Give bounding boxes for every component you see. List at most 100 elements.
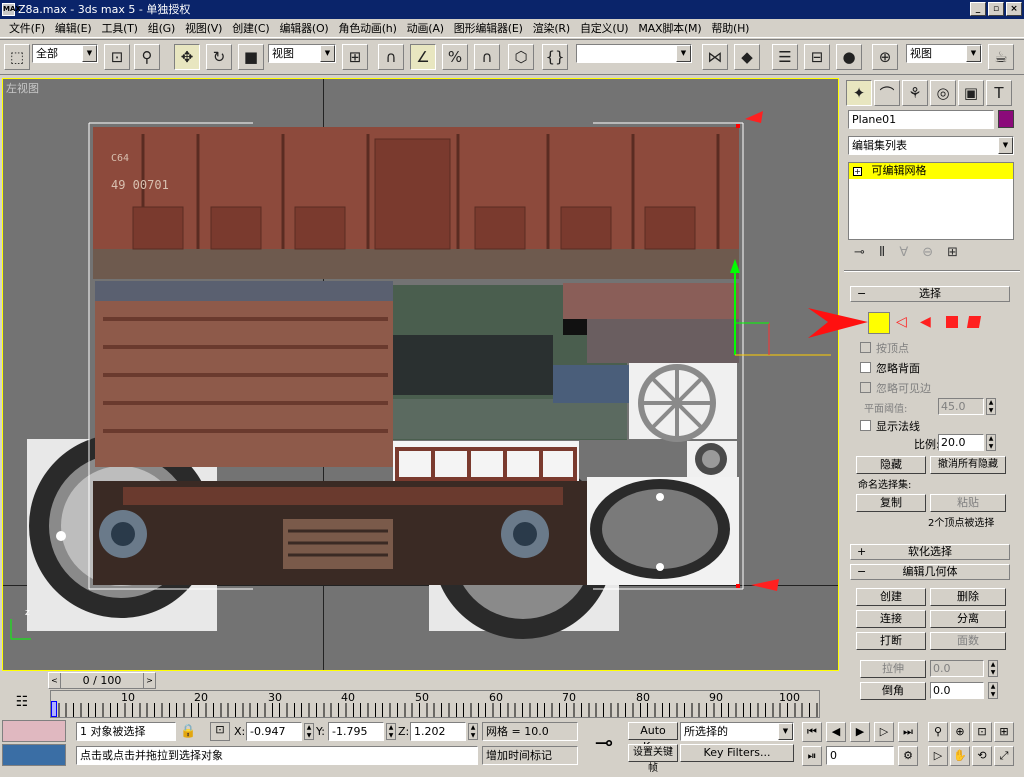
time-slider[interactable]: < 0 / 100 > — [48, 672, 156, 689]
auto-key-button[interactable]: Auto Key — [628, 722, 678, 753]
snap-3d-icon[interactable]: ∩ — [378, 44, 404, 70]
unhide-all-button[interactable]: 撤消所有隐藏 — [930, 456, 1006, 474]
close-button[interactable]: × — [1006, 2, 1022, 16]
key-target-dropdown[interactable]: 所选择的 ▼ — [680, 722, 794, 741]
field-of-view-icon[interactable]: ▷ — [928, 746, 948, 766]
pan-icon[interactable]: ✋ — [950, 746, 970, 766]
spinner-arrows-icon[interactable]: ▲ ▼ — [986, 398, 996, 415]
menu-tools[interactable]: 工具(T) — [96, 20, 142, 36]
previous-frame-icon[interactable]: < — [49, 673, 61, 688]
ignore-backfacing-checkbox[interactable] — [860, 362, 871, 373]
menu-create[interactable]: 创建(C) — [227, 20, 274, 36]
configure-sets-icon[interactable]: ⊞ — [947, 245, 958, 260]
key-filters-button[interactable]: Key Filters... — [680, 744, 794, 762]
display-tab-icon[interactable]: ▣ — [958, 80, 984, 106]
make-unique-icon[interactable]: ∀ — [899, 245, 908, 260]
x-coordinate-field[interactable]: -0.947 — [246, 722, 302, 741]
menu-views[interactable]: 视图(V) — [180, 20, 227, 36]
menu-graph-editors[interactable]: 图形编辑器(E) — [449, 20, 528, 36]
vertex-mode-icon[interactable] — [868, 312, 890, 334]
zoom-all-icon[interactable]: ⊕ — [950, 722, 970, 742]
hide-button[interactable]: 隐藏 — [856, 456, 926, 474]
detach-button[interactable]: 分离 — [930, 610, 1006, 628]
arc-rotate-icon[interactable]: ⟲ — [972, 746, 992, 766]
select-object-icon[interactable]: ⊡ — [104, 44, 130, 70]
edge-mode-icon[interactable]: ◁ — [896, 314, 907, 330]
show-end-result-icon[interactable]: Ⅱ — [879, 245, 885, 260]
schematic-view-icon[interactable]: ⊟ — [804, 44, 830, 70]
select-region-icon[interactable]: ⬚ — [4, 44, 30, 70]
angle-snap-icon[interactable]: ∠ — [410, 44, 436, 70]
restore-button[interactable]: ▫ — [988, 2, 1004, 16]
copy-button[interactable]: 复制 — [856, 494, 926, 512]
face-mode-icon[interactable]: ◀ — [920, 314, 931, 330]
by-vertex-checkbox[interactable] — [860, 342, 871, 353]
select-by-name-icon[interactable]: ⚲ — [134, 44, 160, 70]
mirror-icon[interactable]: ⋈ — [702, 44, 728, 70]
named-selection-icon[interactable]: ⬡ — [508, 44, 534, 70]
go-to-start-icon[interactable]: ⏮ — [802, 722, 822, 742]
track-bar-toggle-icon[interactable]: ☷ — [4, 694, 40, 718]
edit-named-selection-icon[interactable]: {} — [542, 44, 568, 70]
zoom-icon[interactable]: ⚲ — [928, 722, 948, 742]
rollout-selection-header[interactable]: − 选择 — [850, 286, 1010, 302]
spinner-arrows-icon[interactable]: ▲ ▼ — [468, 723, 478, 740]
percent-snap-icon[interactable]: % — [442, 44, 468, 70]
menu-group[interactable]: 组(G) — [143, 20, 180, 36]
hierarchy-tab-icon[interactable]: ⚘ — [902, 80, 928, 106]
element-mode-icon[interactable] — [966, 316, 982, 328]
render-scene-icon[interactable]: ⊕ — [872, 44, 898, 70]
normal-scale-spinner[interactable]: 20.0 — [938, 434, 984, 451]
z-coordinate-field[interactable]: 1.202 — [410, 722, 466, 741]
object-name-field[interactable]: Plane01 — [848, 110, 994, 129]
create-tab-icon[interactable]: ✦ — [846, 80, 872, 106]
current-frame-field[interactable]: 0 — [826, 746, 894, 765]
spinner-arrows-icon[interactable]: ▲ ▼ — [986, 434, 996, 451]
select-move-icon[interactable]: ✥ — [174, 44, 200, 70]
show-normals-checkbox[interactable] — [860, 420, 871, 431]
menu-customize[interactable]: 自定义(U) — [575, 20, 633, 36]
spinner-snap-icon[interactable]: ∩ — [474, 44, 500, 70]
track-bar[interactable]: 10 20 30 40 50 60 70 80 90 100 — [50, 690, 820, 718]
pivot-center-icon[interactable]: ⊞ — [342, 44, 368, 70]
remove-modifier-icon[interactable]: ⊖ — [922, 245, 933, 260]
break-button[interactable]: 打断 — [856, 632, 926, 650]
menu-help[interactable]: 帮助(H) — [706, 20, 754, 36]
rollout-edit-geometry-header[interactable]: − 编辑几何体 — [850, 564, 1010, 580]
time-config-icon[interactable]: ⚙ — [898, 746, 918, 766]
spinner-arrows-icon[interactable]: ▲ ▼ — [386, 723, 396, 740]
time-cursor[interactable] — [51, 701, 57, 717]
render-view-dropdown[interactable]: 视图 ▼ — [906, 44, 982, 63]
material-editor-icon[interactable]: ● — [836, 44, 862, 70]
align-icon[interactable]: ◆ — [734, 44, 760, 70]
polygon-mode-icon[interactable] — [946, 316, 958, 328]
go-to-end-icon[interactable]: ⏭ — [898, 722, 918, 742]
select-rotate-icon[interactable]: ↻ — [206, 44, 232, 70]
motion-tab-icon[interactable]: ◎ — [930, 80, 956, 106]
max-listener-blue[interactable] — [2, 744, 66, 766]
pin-stack-icon[interactable]: ⊸ — [854, 245, 865, 260]
absolute-mode-icon[interactable]: ⊡ — [210, 722, 230, 741]
max-listener-pink[interactable] — [2, 720, 66, 742]
previous-key-icon[interactable]: ◀ — [826, 722, 846, 742]
lock-selection-icon[interactable]: 🔒 — [180, 724, 196, 739]
stack-item-editable-mesh[interactable]: + 可编辑网格 — [849, 163, 1013, 179]
create-button[interactable]: 创建 — [856, 588, 926, 606]
maximize-viewport-icon[interactable]: ⤢ — [994, 746, 1014, 766]
set-key-button[interactable]: 设置关键帧 — [628, 744, 678, 774]
rollout-soft-selection-header[interactable]: + 软化选择 — [850, 544, 1010, 560]
menu-modifiers[interactable]: 编辑器(O) — [274, 20, 333, 36]
object-color-swatch[interactable] — [998, 110, 1014, 128]
paste-button[interactable]: 粘贴 — [930, 494, 1006, 512]
minimize-button[interactable]: _ — [970, 2, 986, 16]
menu-rendering[interactable]: 渲染(R) — [528, 20, 575, 36]
spinner-arrows-icon[interactable]: ▲ ▼ — [304, 723, 314, 740]
named-selection-dropdown[interactable]: ▼ — [576, 44, 692, 63]
menu-file[interactable]: 文件(F) — [4, 20, 50, 36]
modify-tab-icon[interactable]: ⌒ — [874, 80, 900, 106]
left-viewport[interactable]: 左视图 C64 49 00701 z — [2, 78, 839, 671]
menu-animation[interactable]: 动画(A) — [402, 20, 449, 36]
menu-edit[interactable]: 编辑(E) — [50, 20, 97, 36]
add-time-tag-button[interactable]: 增加时间标记 — [482, 746, 578, 765]
ignore-visible-edges-checkbox[interactable] — [860, 382, 871, 393]
